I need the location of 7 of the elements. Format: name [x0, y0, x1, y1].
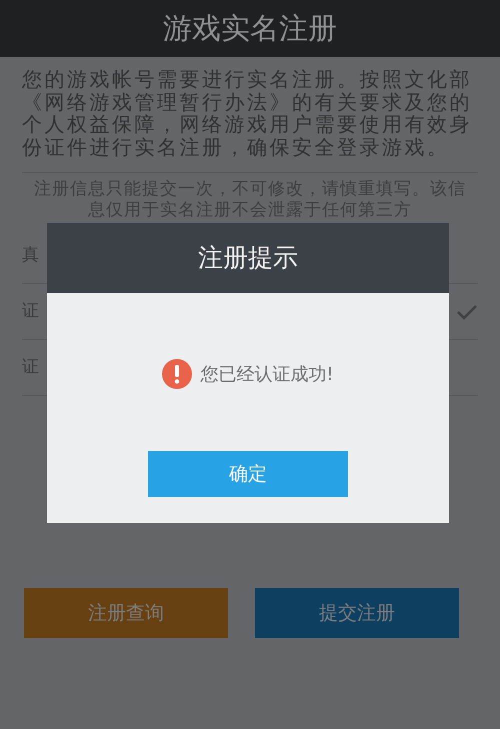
page-button[interactable]: 提交注册 — [255, 588, 459, 638]
page-title: 游戏实名注册 — [0, 0, 500, 57]
alert-icon — [162, 359, 192, 389]
dialog-message: 您已经认证成功! — [200, 362, 334, 386]
confirm-button[interactable]: 确定 — [148, 451, 348, 497]
page-button[interactable]: 注册查询 — [24, 588, 228, 638]
dialog-title: 注册提示 — [47, 223, 449, 293]
